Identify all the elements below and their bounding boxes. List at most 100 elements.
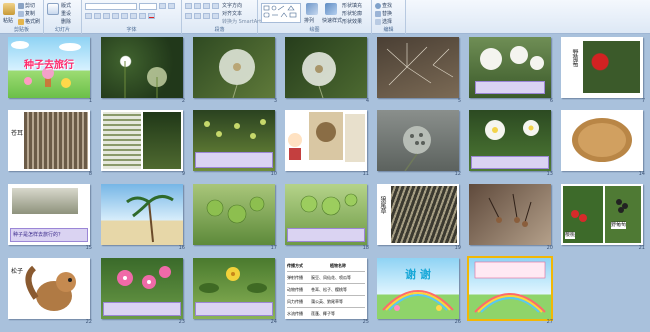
- smartart-button[interactable]: 转换为 SmartArt: [222, 18, 261, 25]
- paste-icon[interactable]: [3, 3, 15, 15]
- slide-19-photo: [391, 186, 457, 243]
- slide-25-cell: 水流传播: [287, 311, 303, 316]
- find-button[interactable]: 查找: [375, 2, 392, 9]
- format-painter-button[interactable]: 格式刷: [18, 18, 40, 25]
- quick-styles-button[interactable]: 快速样式: [322, 17, 342, 24]
- font-color-icon[interactable]: [148, 13, 155, 19]
- shape-outline-button[interactable]: 形状轮廓: [342, 10, 362, 17]
- slide-25-row-3: 风力传播 蒲公英、狼尾草等: [287, 295, 365, 307]
- shape-fill-button[interactable]: 形状填充: [342, 2, 362, 9]
- slide-25-row-1: 弹射传播 豌豆、凤仙花、喷瓜等: [287, 271, 365, 283]
- slide-24-illustration: [199, 267, 267, 293]
- slide-thumbnail-24[interactable]: [193, 258, 275, 319]
- slide-1-title: 种子去旅行: [24, 60, 74, 71]
- slide-thumbnail-25[interactable]: 传播方式 植物名称 弹射传播 豌豆、凤仙花、喷瓜等 动物传播 苍耳、松子、樱桃等…: [285, 258, 367, 319]
- ribbon: 粘贴 剪切 复制 格式刷 剪贴板 版式 重设 删除 幻灯片 字体 文字方向 对齐…: [0, 0, 650, 34]
- slide-thumbnail-13[interactable]: [469, 110, 551, 171]
- change-case-icon[interactable]: [139, 13, 146, 19]
- slide-thumbnail-15[interactable]: 种子是怎样去旅行的？: [8, 184, 90, 245]
- slides-group-label: 幻灯片: [54, 27, 70, 33]
- slide-10-caption-box: [195, 152, 273, 168]
- shapes-gallery[interactable]: [261, 3, 301, 23]
- slide-number-6: 6: [549, 98, 553, 104]
- grow-font-icon[interactable]: [159, 3, 166, 9]
- slide-thumbnail-22[interactable]: 松子: [8, 258, 90, 319]
- slide-thumbnail-11[interactable]: [285, 110, 367, 171]
- slide-thumbnail-21[interactable]: 野葡萄 樱桃: [561, 184, 643, 245]
- char-spacing-icon[interactable]: [130, 13, 137, 19]
- slide-thumbnail-10[interactable]: [193, 110, 275, 171]
- arrange-button[interactable]: 排列: [304, 17, 314, 24]
- slide-thumbnail-19[interactable]: 狼尾草: [377, 184, 459, 245]
- slide-23-illustration: [117, 266, 171, 289]
- slide-number-17: 17: [270, 245, 277, 251]
- slide-4-illustration: [302, 52, 336, 98]
- strikethrough-icon[interactable]: [112, 13, 119, 19]
- decrease-indent-icon[interactable]: [203, 3, 210, 9]
- drawing-group-label: 绘图: [309, 27, 320, 33]
- slide-11-illustration: [288, 112, 365, 162]
- slide-number-8: 8: [88, 171, 92, 177]
- shape-effects-button[interactable]: 形状效果: [342, 18, 362, 25]
- slide-sorter[interactable]: 种子去旅行 1 2 3 4 5 6 野葡萄 7 苍耳 8 9 10 11 12 …: [0, 34, 650, 332]
- paste-button[interactable]: 粘贴: [3, 17, 13, 24]
- select-button[interactable]: 选择: [375, 18, 392, 25]
- slide-thumbnail-4[interactable]: [285, 37, 367, 98]
- delete-button[interactable]: 删除: [61, 18, 71, 25]
- slide-thumbnail-5[interactable]: [377, 37, 459, 98]
- copy-button[interactable]: 复制: [18, 10, 35, 17]
- find-icon: [375, 2, 381, 9]
- reset-button[interactable]: 重设: [61, 10, 71, 17]
- italic-icon[interactable]: [94, 13, 101, 19]
- slide-thumbnail-27-selected[interactable]: [467, 256, 553, 321]
- shapes-icon: [263, 5, 297, 18]
- underline-icon[interactable]: [103, 13, 110, 19]
- slide-thumbnail-12[interactable]: [377, 110, 459, 171]
- slide-thumbnail-26[interactable]: 谢 谢: [377, 258, 459, 319]
- increase-indent-icon[interactable]: [212, 3, 219, 9]
- slide-thumbnail-17[interactable]: [193, 184, 275, 245]
- justify-icon[interactable]: [212, 13, 219, 19]
- bullets-icon[interactable]: [185, 3, 192, 9]
- quick-styles-icon[interactable]: [325, 3, 337, 15]
- align-center-icon[interactable]: [194, 13, 201, 19]
- font-size-field[interactable]: [139, 3, 157, 10]
- drawing-group: 排列 快速样式 形状填充 形状轮廓 形状效果 绘图: [258, 0, 372, 34]
- replace-button[interactable]: 替换: [375, 10, 392, 17]
- arrange-icon[interactable]: [306, 3, 318, 15]
- slide-thumbnail-7[interactable]: 野葡萄: [561, 37, 643, 98]
- bold-icon[interactable]: [85, 13, 92, 19]
- slide-5-illustration: [386, 43, 454, 86]
- slide-19-label: 狼尾草: [379, 196, 386, 214]
- slide-thumbnail-9[interactable]: [101, 110, 183, 171]
- slide-thumbnail-23[interactable]: [101, 258, 183, 319]
- replace-icon: [375, 10, 381, 17]
- slide-thumbnail-1[interactable]: 种子去旅行: [8, 37, 90, 98]
- slide-thumbnail-8[interactable]: 苍耳: [8, 110, 90, 171]
- slide-number-16: 16: [178, 245, 185, 251]
- align-right-icon[interactable]: [203, 13, 210, 19]
- slide-number-20: 20: [546, 245, 553, 251]
- cut-button[interactable]: 剪切: [18, 2, 35, 9]
- slide-number-27: 27: [546, 319, 553, 325]
- text-direction-button[interactable]: 文字方向: [222, 2, 242, 9]
- shadow-icon[interactable]: [121, 13, 128, 19]
- shrink-font-icon[interactable]: [168, 3, 175, 9]
- slide-thumbnail-6[interactable]: [469, 37, 551, 98]
- numbering-icon[interactable]: [194, 3, 201, 9]
- slide-thumbnail-20[interactable]: [469, 184, 551, 245]
- slide-thumbnail-3[interactable]: [193, 37, 275, 98]
- slide-number-3: 3: [273, 98, 277, 104]
- slide-thumbnail-14[interactable]: [561, 110, 643, 171]
- slide-25-cell: 风力传播: [287, 299, 303, 304]
- new-slide-icon[interactable]: [47, 3, 59, 15]
- slide-number-22: 22: [85, 319, 92, 325]
- align-left-icon[interactable]: [185, 13, 192, 19]
- align-text-button[interactable]: 对齐文本: [222, 10, 242, 17]
- slide-thumbnail-18[interactable]: [285, 184, 367, 245]
- slide-thumbnail-16[interactable]: [101, 184, 183, 245]
- layout-button[interactable]: 版式: [61, 2, 71, 9]
- font-name-field[interactable]: [85, 3, 137, 10]
- slide-25-header-method: 传播方式: [287, 263, 303, 268]
- slide-thumbnail-2[interactable]: [101, 37, 183, 98]
